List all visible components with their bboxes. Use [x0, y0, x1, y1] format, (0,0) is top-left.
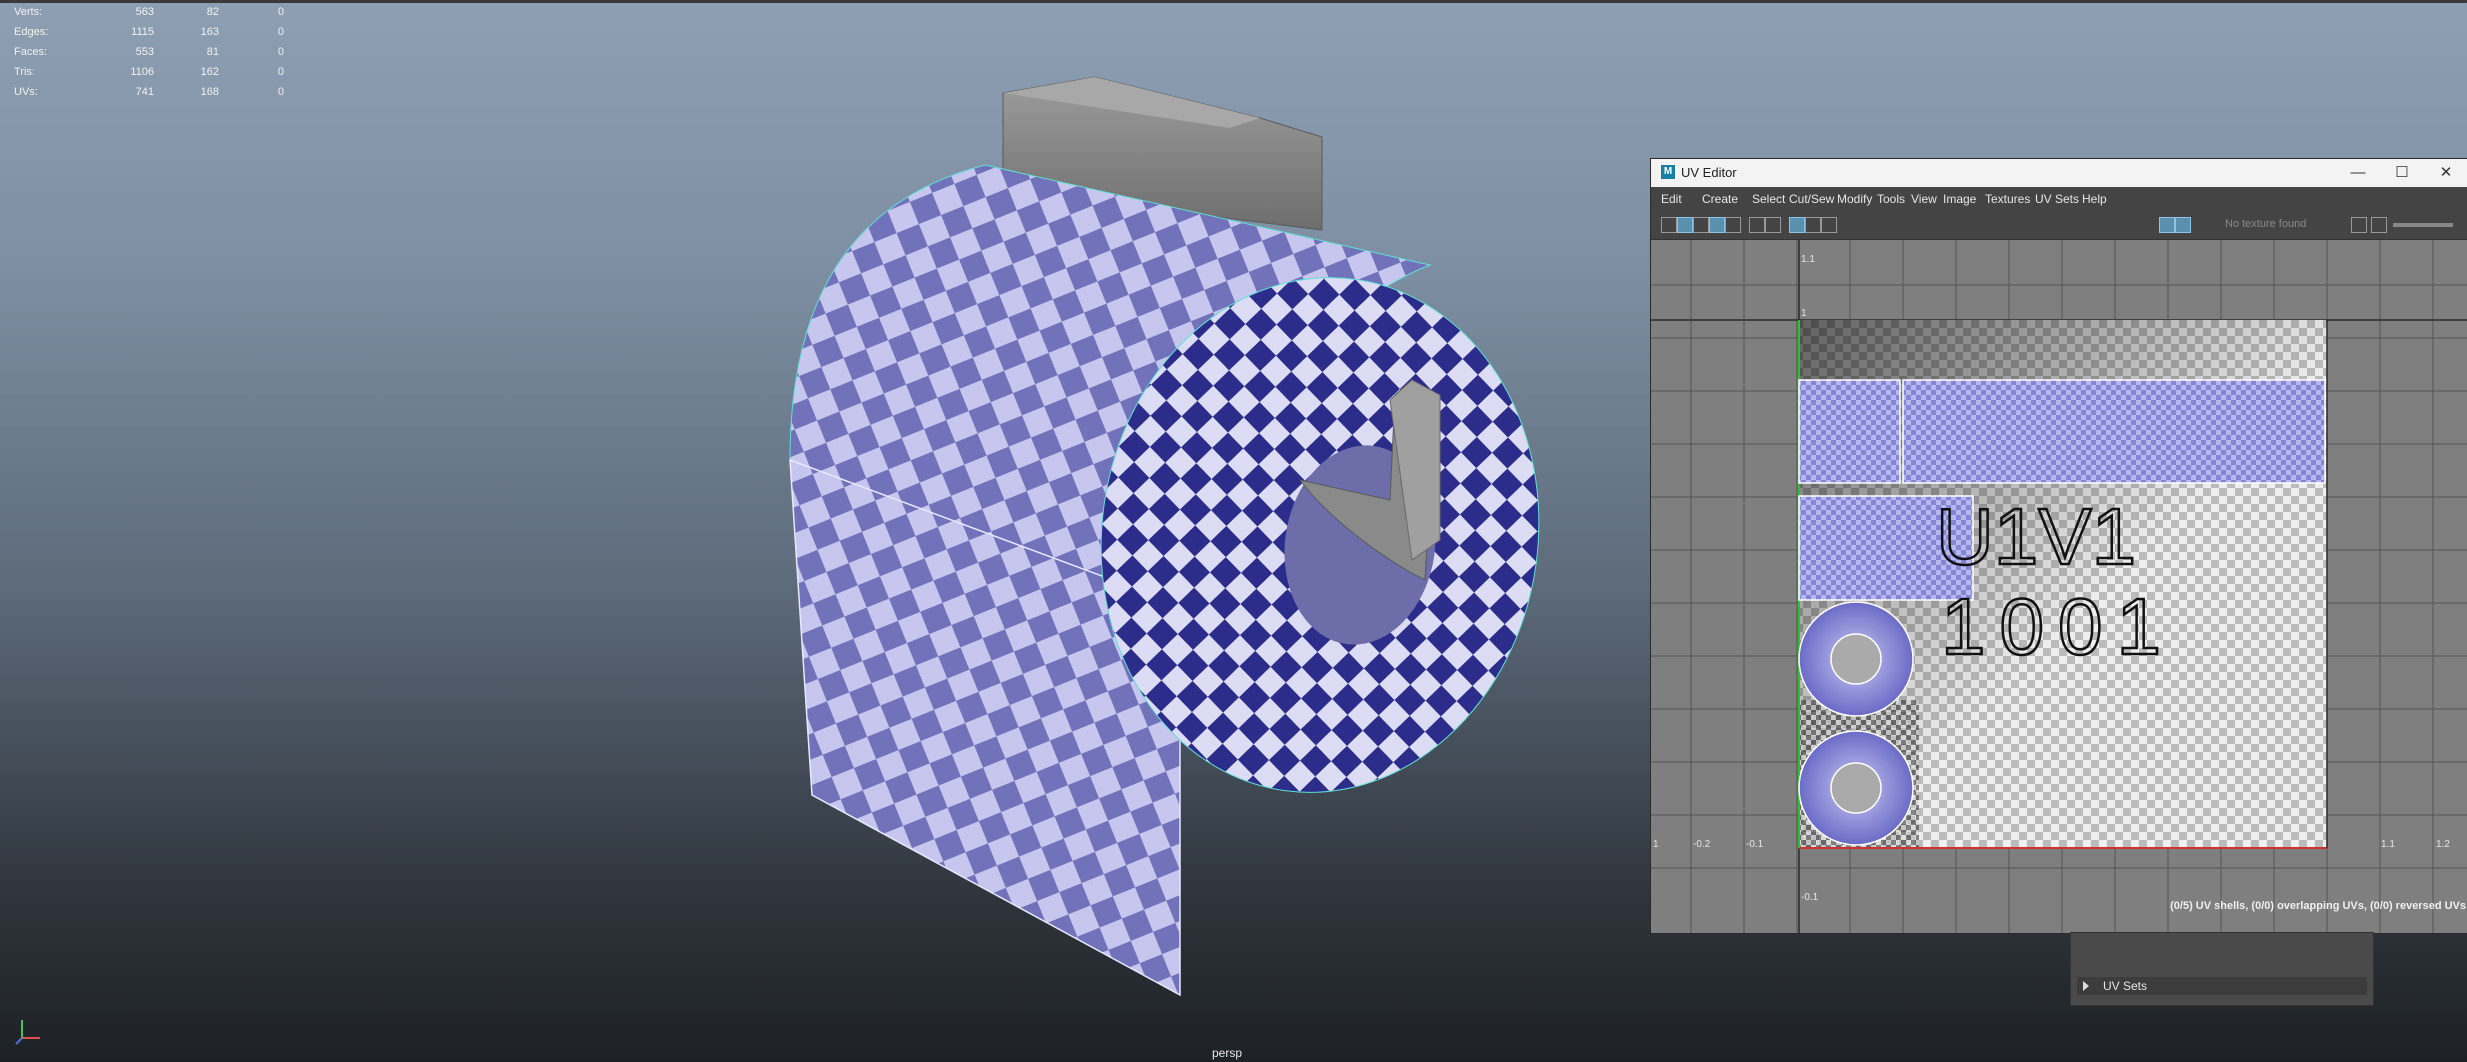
maximize-button[interactable]: ☐	[2380, 159, 2424, 187]
display-image-icon[interactable]	[1677, 217, 1693, 233]
menu-modify[interactable]: Modify	[1837, 192, 1872, 206]
texture-status: No texture found	[2225, 218, 2307, 230]
tick-label: 1.2	[2436, 839, 2450, 850]
uv-toolkit-panel: UV Sets	[2070, 932, 2374, 1006]
tick-label: 1	[1653, 839, 1659, 850]
menu-view[interactable]: View	[1911, 192, 1937, 206]
target-icon[interactable]	[1805, 217, 1821, 233]
close-button[interactable]: ✕	[2424, 159, 2467, 187]
checker-icon[interactable]	[1789, 217, 1805, 233]
menu-uv-sets[interactable]: UV Sets	[2035, 192, 2079, 206]
checker-toggle-icon[interactable]	[2175, 217, 2191, 233]
menu-tools[interactable]: Tools	[1877, 192, 1905, 206]
axis-gizmo-icon	[15, 1020, 40, 1045]
tile-label-1001: 1001	[1941, 582, 2175, 671]
tick-label: -0.1	[1746, 839, 1764, 850]
minimize-button[interactable]: —	[2336, 159, 2380, 187]
menu-cut-sew[interactable]: Cut/Sew	[1789, 192, 1834, 206]
tick-label: -0.2	[1693, 839, 1711, 850]
paper-roll	[789, 164, 1540, 997]
tick-label: 1.1	[1801, 254, 1815, 265]
uv-texture-space[interactable]: U1V1 1001 1.1 1 1 -0.2 -0.1 1.1 1.2 -0.1…	[1651, 240, 2467, 933]
menu-help[interactable]: Help	[2082, 192, 2107, 206]
expand-arrow-icon[interactable]	[2083, 981, 2089, 991]
gamma-icon[interactable]	[2371, 217, 2387, 233]
uv-editor-toolbar: No texture found	[1651, 211, 2467, 240]
grid-icon[interactable]	[1749, 217, 1765, 233]
tile-label-u1v1: U1V1	[1936, 492, 2136, 581]
menu-textures[interactable]: Textures	[1985, 192, 2030, 206]
menu-image[interactable]: Image	[1943, 192, 1976, 206]
exposure-icon[interactable]	[2351, 217, 2367, 233]
uv-status-readout: (0/5) UV shells, (0/0) overlapping UVs, …	[2170, 900, 2466, 912]
uv-grid: U1V1 1001	[1651, 240, 2467, 933]
uv-sets-label[interactable]: UV Sets	[2103, 979, 2147, 993]
maya-logo-icon: M	[1661, 165, 1675, 179]
uv-editor-window[interactable]: M UV Editor — ☐ ✕ Edit Create Select Cut…	[1650, 158, 2467, 934]
distortion-icon[interactable]	[1765, 217, 1781, 233]
uv-shell-icon[interactable]	[1661, 217, 1677, 233]
grid-snap-icon[interactable]	[1709, 217, 1725, 233]
window-title: UV Editor	[1681, 165, 1737, 180]
tick-label: 1.1	[2381, 839, 2395, 850]
menu-select[interactable]: Select	[1752, 192, 1785, 206]
uv-editor-menubar: Edit Create Select Cut/Sew Modify Tools …	[1651, 187, 2467, 211]
camera-label: persp	[1212, 1046, 1243, 1060]
texture-display-icon[interactable]	[2159, 217, 2175, 233]
exposure-slider[interactable]	[2393, 223, 2453, 227]
menu-create[interactable]: Create	[1702, 192, 1738, 206]
filter-icon[interactable]	[1693, 217, 1709, 233]
tick-label: -0.1	[1801, 892, 1819, 903]
camera-icon[interactable]	[1821, 217, 1837, 233]
menu-edit[interactable]: Edit	[1661, 192, 1682, 206]
uv-editor-titlebar[interactable]: M UV Editor — ☐ ✕	[1651, 159, 2467, 187]
toilet-paper-model[interactable]	[0, 0, 1640, 1062]
shaded-uv-icon[interactable]	[1725, 217, 1741, 233]
tick-label: 1	[1801, 308, 1807, 319]
